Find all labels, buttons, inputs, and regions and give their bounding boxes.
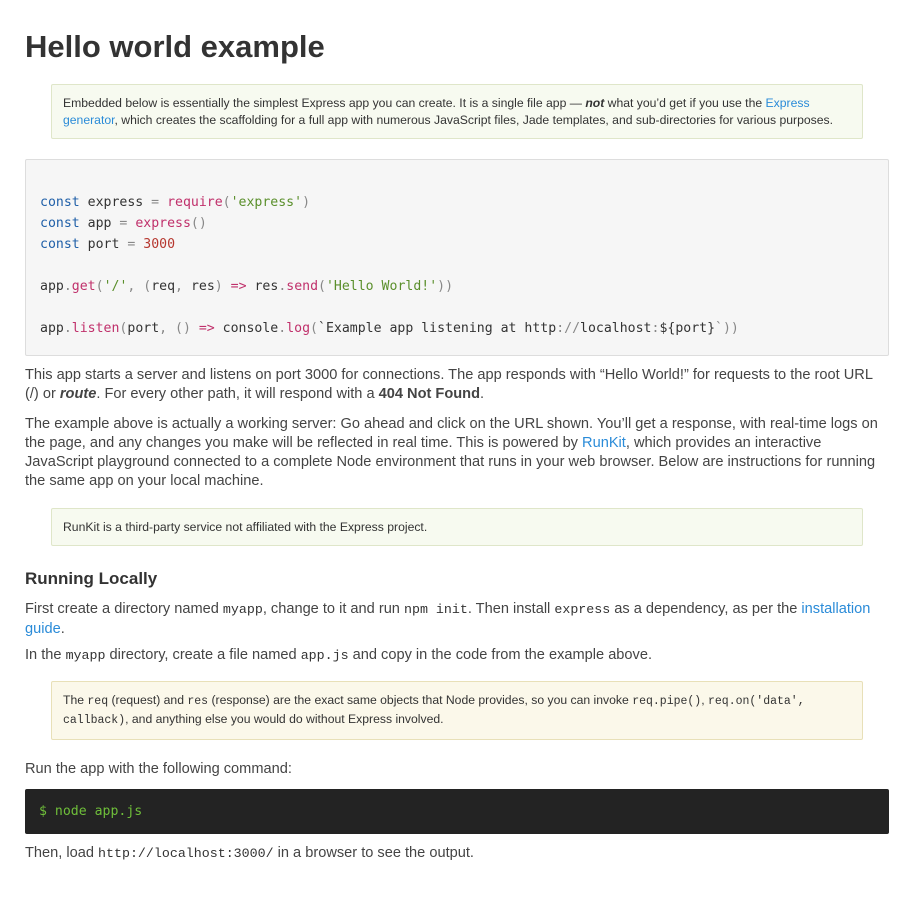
code-express: express [554,602,611,618]
emphasis-route: route [59,386,97,403]
code-myapp: myapp [65,647,106,663]
code-line-1: const express = require('express') [40,195,311,210]
req-res-note: The req (request) and res (response) are… [51,681,863,741]
emphasis-not: not [585,96,605,110]
paragraph-run-command: Run the app with the following command: [25,761,292,778]
terminal-command[interactable]: $ node app.js [25,789,889,835]
code-line-5: app.get('/', (req, res) => res.send('Hel… [40,279,454,294]
paragraph-load-url: Then, load http://localhost:3000/ in a b… [25,845,474,862]
page-title: Hello world example [25,29,325,64]
paragraph-create-dir: First create a directory named myapp, ch… [25,601,871,637]
paragraph-runkit: The example above is actually a working … [25,415,878,490]
code-line-2: const app = express() [40,216,207,231]
code-example[interactable]: const express = require('express') const … [25,159,889,356]
intro-note: Embedded below is essentially the simple… [51,84,863,139]
code-myapp: myapp [222,602,263,618]
paragraph-create-file: In the myapp directory, create a file na… [25,646,653,663]
runkit-note: RunKit is a third-party service not affi… [51,507,863,547]
code-line-7: app.listen(port, () => console.log(`Exam… [40,321,739,336]
section-heading-running-locally: Running Locally [25,569,158,589]
page: Hello world example Embedded below is es… [0,0,913,864]
emphasis-404: 404 Not Found [378,386,480,403]
code-npm-init: npm init [403,602,468,618]
code-localhost-url: http://localhost:3000/ [98,846,274,862]
code-app-js: app.js [300,647,349,663]
code-line-3: const port = 3000 [40,237,176,252]
paragraph-server-intro: This app starts a server and listens on … [25,367,873,403]
runkit-link[interactable]: RunKit [582,435,626,451]
